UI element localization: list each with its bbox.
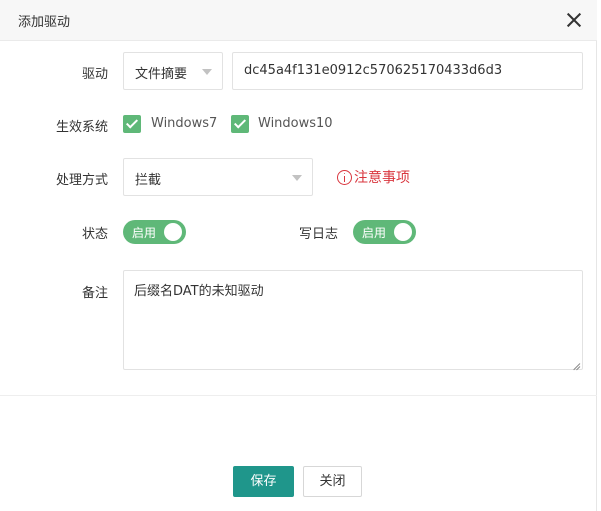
windows7-checkbox[interactable] — [123, 115, 141, 133]
log-switch-text: 启用 — [362, 226, 387, 240]
switch-knob — [394, 223, 412, 241]
systems-label: 生效系统 — [55, 120, 108, 135]
windows10-label[interactable]: Windows10 — [258, 116, 333, 131]
info-circle-icon — [337, 169, 352, 185]
caret-down-icon — [202, 69, 212, 75]
windows10-checkbox[interactable] — [231, 115, 249, 133]
log-label: 写日志 — [298, 227, 338, 242]
handling-label: 处理方式 — [55, 173, 108, 188]
notice-text: 注意事项 — [354, 170, 410, 186]
close-icon[interactable] — [566, 12, 582, 28]
driver-hash-input[interactable]: dc45a4f131e0912c570625170433d6d3 — [232, 52, 583, 90]
handling-select[interactable]: 拦截 — [123, 158, 313, 196]
remark-textarea[interactable]: 后缀名DAT的未知驱动 — [123, 270, 583, 370]
driver-type-value: 文件摘要 — [135, 67, 188, 82]
remark-label: 备注 — [81, 286, 108, 301]
status-switch[interactable]: 启用 — [123, 220, 186, 244]
windows7-label[interactable]: Windows7 — [151, 116, 217, 131]
save-button[interactable]: 保存 — [233, 466, 294, 497]
switch-knob — [164, 223, 182, 241]
driver-label: 驱动 — [81, 67, 108, 82]
close-button[interactable]: 关闭 — [303, 466, 362, 497]
log-switch[interactable]: 启用 — [353, 220, 416, 244]
dialog-title: 添加驱动 — [18, 15, 71, 30]
status-switch-text: 启用 — [132, 226, 157, 240]
footer-divider — [0, 395, 597, 396]
resize-grip-icon[interactable] — [572, 359, 580, 367]
status-label: 状态 — [81, 227, 108, 242]
add-driver-dialog: 添加驱动 驱动 文件摘要 dc45a4f131e0912c57062517043… — [0, 0, 597, 511]
handling-value: 拦截 — [135, 173, 162, 188]
caret-down-icon — [292, 175, 302, 181]
notice-link[interactable]: 注意事项 — [337, 167, 410, 187]
remark-value: 后缀名DAT的未知驱动 — [134, 284, 264, 299]
dialog-header: 添加驱动 — [0, 0, 597, 41]
driver-hash-value: dc45a4f131e0912c570625170433d6d3 — [244, 63, 503, 78]
driver-type-select[interactable]: 文件摘要 — [123, 52, 223, 90]
